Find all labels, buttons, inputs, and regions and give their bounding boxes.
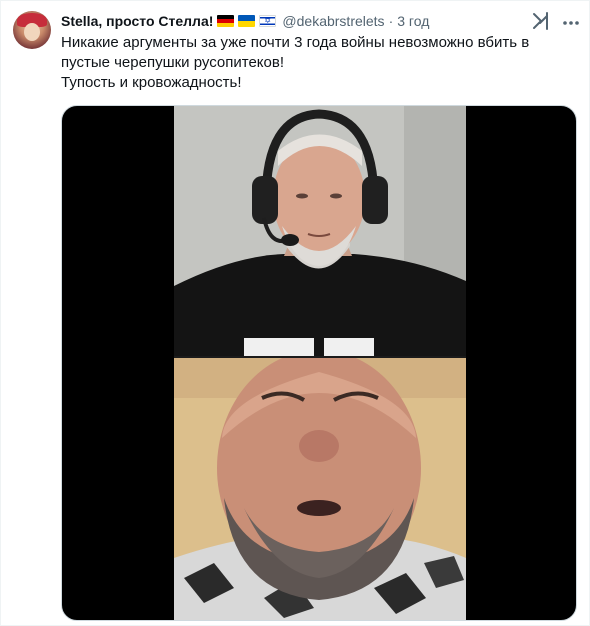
- video-frame-top: [174, 106, 466, 356]
- avatar[interactable]: [13, 11, 51, 49]
- grok-icon[interactable]: [531, 11, 551, 31]
- avatar-face: [24, 23, 40, 41]
- tweet-text-line: Никакие аргументы за уже почти 3 года во…: [61, 34, 530, 51]
- tweet-card[interactable]: Stella, просто Стелла! @dekabrstrelets ·…: [0, 0, 590, 626]
- video-media[interactable]: [61, 105, 577, 621]
- israel-flag-icon: [259, 15, 277, 27]
- tweet-text: Никакие аргументы за уже почти 3 года во…: [61, 33, 571, 93]
- germany-flag-icon: [217, 15, 235, 27]
- timestamp[interactable]: 3 год: [397, 13, 429, 29]
- tweet-text-line: Тупость и кровожадность!: [61, 74, 242, 91]
- separator-dot: ·: [388, 13, 394, 29]
- tweet-header: Stella, просто Стелла! @dekabrstrelets ·…: [61, 11, 429, 31]
- user-handle[interactable]: @dekabrstrelets: [282, 13, 384, 29]
- ukraine-flag-icon: [238, 15, 256, 27]
- more-icon[interactable]: [561, 13, 581, 33]
- video-frame-bottom: [174, 358, 466, 620]
- tweet-text-line: пустые черепушки русопитеков!: [61, 54, 284, 71]
- display-name[interactable]: Stella, просто Стелла!: [61, 13, 213, 29]
